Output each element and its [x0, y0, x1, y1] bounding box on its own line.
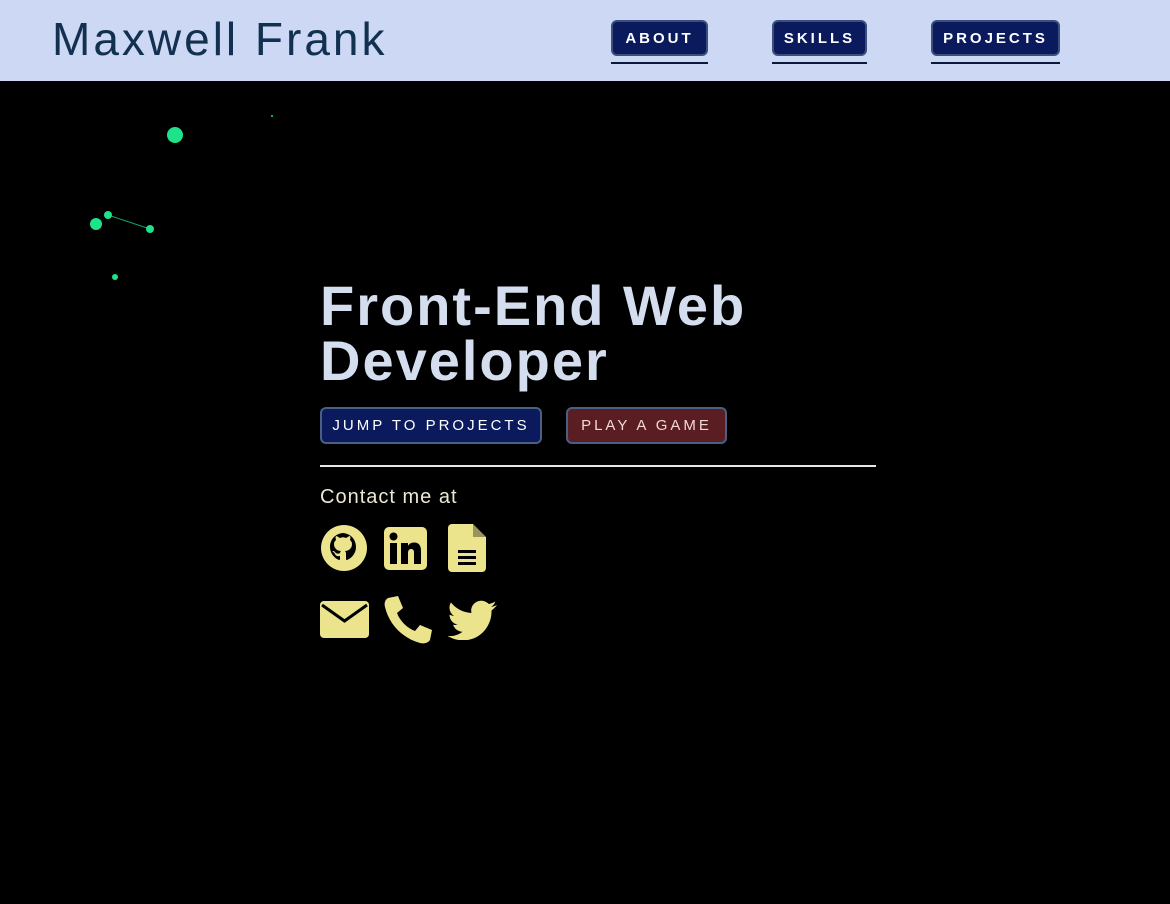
twitter-icon [448, 600, 497, 640]
particle [104, 211, 112, 219]
linkedin-icon [384, 527, 427, 570]
divider [320, 465, 876, 467]
twitter-link[interactable] [448, 600, 497, 640]
github-icon [321, 525, 367, 571]
particle [271, 115, 273, 117]
resume-link[interactable] [448, 524, 486, 572]
site-header: Maxwell Frank ABOUT SKILLS PROJECTS [0, 0, 1170, 81]
hero-title-line2: Developer [320, 329, 609, 392]
phone-link[interactable] [384, 596, 433, 644]
nav-projects-button[interactable]: PROJECTS [931, 20, 1060, 56]
contact-label: Contact me at [320, 486, 458, 508]
jump-to-projects-button[interactable]: JUMP TO PROJECTS [320, 407, 542, 444]
particle [167, 127, 183, 143]
particle-background [90, 115, 273, 280]
nav-about-underline [611, 62, 708, 64]
particle [112, 274, 118, 280]
hero-title-line1: Front-End Web [320, 274, 747, 337]
particle-link [107, 214, 151, 230]
play-game-button[interactable]: PLAY A GAME [566, 407, 727, 444]
github-link[interactable] [320, 524, 368, 572]
phone-icon [384, 596, 432, 644]
nav-skills-underline [772, 62, 867, 64]
particle [146, 225, 154, 233]
nav-skills-button[interactable]: SKILLS [772, 20, 867, 56]
nav-projects-underline [931, 62, 1060, 64]
resume-icon [448, 524, 486, 572]
linkedin-link[interactable] [384, 527, 427, 570]
hero-title: Front-End Web Developer [320, 278, 920, 389]
particle [90, 218, 102, 230]
nav-about-button[interactable]: ABOUT [611, 20, 708, 56]
email-link[interactable] [320, 601, 369, 638]
site-logo-name[interactable]: Maxwell Frank [52, 12, 388, 66]
email-icon [320, 601, 369, 638]
